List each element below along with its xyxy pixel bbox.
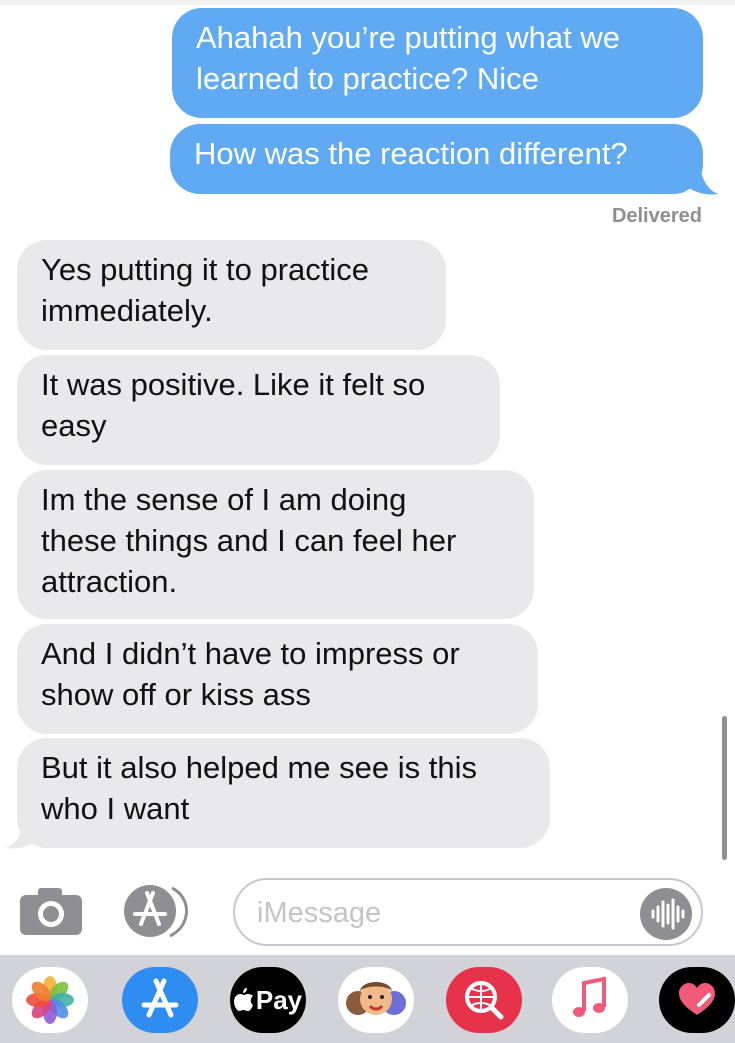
audio-waveform-icon: [651, 898, 685, 930]
camera-button[interactable]: [18, 885, 84, 937]
memoji-app-button[interactable]: [338, 967, 414, 1033]
music-icon: [573, 976, 606, 1017]
apple-pay-app-button[interactable]: Pay: [230, 967, 306, 1033]
app-store-app-button[interactable]: [122, 967, 198, 1033]
web-search-app-button[interactable]: [446, 967, 522, 1033]
digital-touch-app-button[interactable]: [659, 967, 735, 1033]
audio-message-button[interactable]: [640, 888, 692, 940]
scrollbar[interactable]: [722, 716, 727, 860]
delivered-status: Delivered: [611, 205, 702, 227]
received-message-bubble[interactable]: Im the sense of I am doing these things …: [17, 470, 534, 619]
received-bubble-tail: [6, 820, 38, 849]
app-store-icon: [141, 978, 179, 1018]
camera-icon: [20, 888, 82, 935]
memoji-icon: [346, 982, 406, 1015]
sent-bubble-tail: [686, 166, 718, 195]
apple-pay-label: Pay: [255, 984, 303, 1015]
received-message-bubble[interactable]: Yes putting it to practice immediately.: [17, 240, 446, 350]
top-edge: [0, 0, 735, 5]
sent-message-bubble[interactable]: Ahahah you’re putting what we learned to…: [172, 8, 703, 118]
digital-touch-icon: [679, 983, 715, 1015]
received-message-bubble[interactable]: And I didn’t have to impress or show off…: [17, 624, 538, 734]
apps-button[interactable]: [120, 880, 202, 942]
received-message-bubble[interactable]: It was positive. Like it felt so easy: [17, 355, 500, 465]
app-store-icon: [124, 885, 188, 938]
music-app-button[interactable]: [552, 967, 628, 1033]
apple-pay-icon: Pay: [230, 967, 306, 1033]
web-search-icon: [465, 981, 504, 1020]
message-input[interactable]: [257, 894, 617, 932]
photos-icon: [26, 976, 74, 1024]
sent-message-bubble[interactable]: How was the reaction different?: [170, 124, 703, 194]
received-message-bubble[interactable]: But it also helped me see is this who I …: [17, 738, 550, 848]
message-input-field[interactable]: [233, 878, 703, 946]
photos-app-button[interactable]: [12, 967, 88, 1033]
